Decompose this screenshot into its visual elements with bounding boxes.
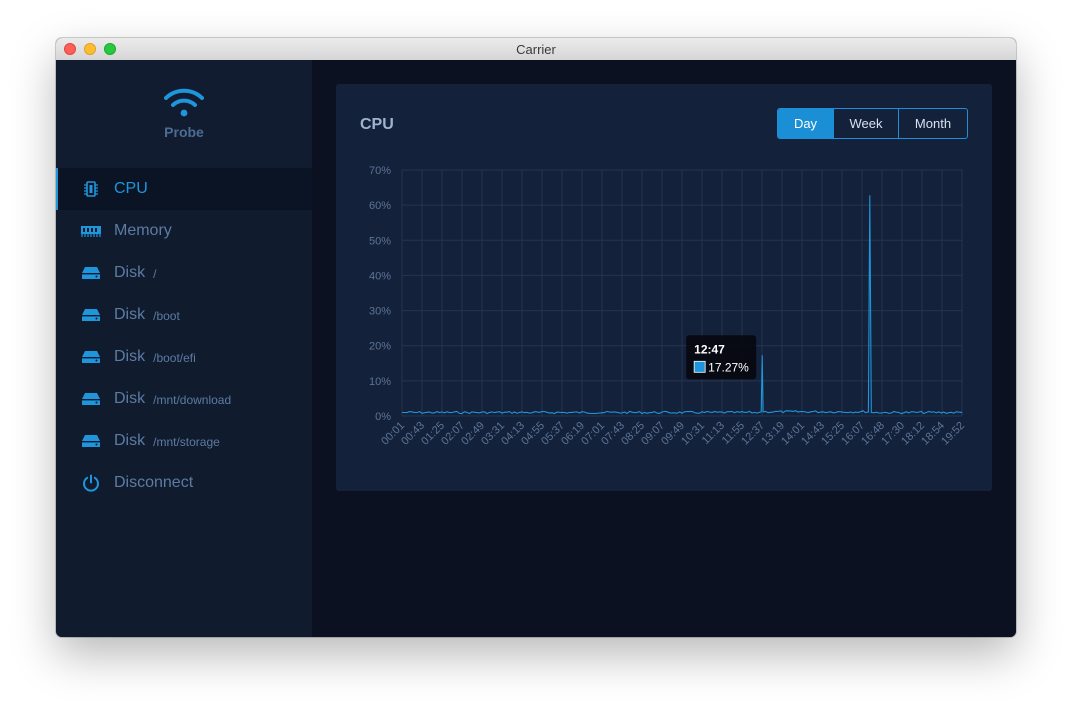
minimize-window-button[interactable] <box>84 43 96 55</box>
title-bar: Carrier <box>56 38 1016 61</box>
tooltip-time: 12:47 <box>694 342 725 356</box>
sidebar-item-label: Disconnect <box>114 474 194 491</box>
sidebar-item-path: / <box>153 267 157 281</box>
range-week-button[interactable]: Week <box>833 109 898 138</box>
range-month-button[interactable]: Month <box>898 109 967 138</box>
sidebar-item-path: /boot <box>153 309 180 323</box>
y-tick-label: 20% <box>369 341 391 353</box>
time-range-selector: Day Week Month <box>777 108 968 139</box>
y-tick-label: 60% <box>369 200 391 212</box>
power-icon <box>80 474 102 492</box>
app-window: Carrier Probe CPU Memory Disk / Disk/boot Dis… <box>56 38 1016 637</box>
sidebar-item-label: Disk <box>114 264 146 281</box>
y-tick-label: 0% <box>375 411 391 423</box>
sidebar-item-label: CPU <box>114 180 148 197</box>
disk-icon <box>80 265 102 281</box>
wifi-icon <box>164 88 204 117</box>
range-day-button[interactable]: Day <box>778 109 833 138</box>
sidebar-item-label: Disk <box>114 306 146 323</box>
sidebar-item-label: Disk <box>114 390 146 407</box>
sidebar-item-memory[interactable]: Memory <box>56 210 312 252</box>
brand-name: Probe <box>164 124 204 140</box>
sidebar-item-path: /mnt/storage <box>153 435 220 449</box>
card-title: CPU <box>360 116 394 133</box>
sidebar-item-disk-boot-efi[interactable]: Disk/boot/efi <box>56 336 312 378</box>
sidebar-item-path: /boot/efi <box>153 351 196 365</box>
sidebar-item-path: /mnt/download <box>153 393 232 407</box>
window-title: Carrier <box>516 41 556 57</box>
cpu-icon <box>80 181 102 197</box>
sidebar: Probe CPU Memory Disk / Disk/boot Disk/boot/e… <box>56 60 312 637</box>
brand: Probe <box>56 60 312 168</box>
disk-icon <box>80 349 102 365</box>
y-tick-label: 70% <box>369 165 391 177</box>
window-controls <box>64 43 116 55</box>
y-tick-label: 30% <box>369 306 391 318</box>
sidebar-item-disk[interactable]: Disk / <box>56 252 312 294</box>
sidebar-item-cpu[interactable]: CPU <box>56 168 312 210</box>
tooltip-swatch <box>693 360 706 373</box>
close-window-button[interactable] <box>64 43 76 55</box>
sidebar-item-label: Disk <box>114 348 146 365</box>
main-content: 0% 10% 20% 30% 40% 50% 60% 70% 00:01 00:43 01:25 02… <box>312 60 1016 637</box>
cpu-chart-card: 0% 10% 20% 30% 40% 50% 60% 70% 00:01 00:43 01:25 02… <box>336 84 992 491</box>
disk-icon <box>80 433 102 449</box>
x-tick-label: 10:31 <box>679 420 707 448</box>
sidebar-item-disconnect[interactable]: Disconnect <box>56 462 312 504</box>
tooltip-value: 17.27% <box>708 360 749 374</box>
disk-icon <box>80 307 102 323</box>
sidebar-item-disk-mnt-download[interactable]: Disk/mnt/download <box>56 378 312 420</box>
sidebar-item-disk-mnt-storage[interactable]: Disk/mnt/storage <box>56 420 312 462</box>
sidebar-item-label: Disk <box>114 432 146 449</box>
sidebar-item-label: Memory <box>114 222 172 239</box>
cpu-chart: 0%10%20%30%40%50%60%70%00:0100:4301:2502… <box>369 165 967 448</box>
memory-icon <box>80 223 102 239</box>
x-tick-label: 19:52 <box>939 420 967 448</box>
sidebar-item-disk-boot[interactable]: Disk/boot <box>56 294 312 336</box>
y-tick-label: 50% <box>369 235 391 247</box>
disk-icon <box>80 391 102 407</box>
maximize-window-button[interactable] <box>104 43 116 55</box>
y-tick-label: 40% <box>369 270 391 282</box>
y-tick-label: 10% <box>369 376 391 388</box>
